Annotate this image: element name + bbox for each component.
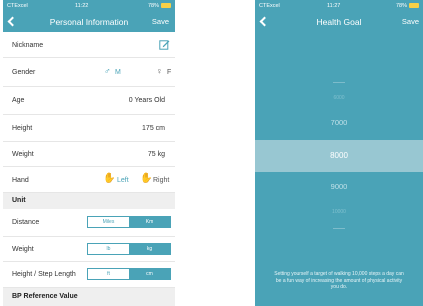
save-button[interactable]: Save [152,17,169,26]
status-time: 11:27 [327,3,341,9]
page-title: Health Goal [316,17,362,27]
female-icon[interactable]: ♀ [156,66,163,76]
goal-description: Setting yourself a target of walking 10,… [274,271,404,290]
age-label: Age [12,97,25,104]
distance-km-option[interactable]: Km [129,217,170,227]
height-row[interactable]: Height 175 cm [3,115,175,142]
gender-female-option[interactable]: F [167,69,171,76]
step-length-cm-option[interactable]: cm [129,269,170,279]
weight-unit-row: Weight lb kg [3,237,175,262]
weight-label: Weight [12,151,34,158]
picker-selected-value[interactable]: 8000 [255,151,423,160]
weight-lb-option[interactable]: lb [88,244,129,254]
distance-miles-option[interactable]: Miles [88,217,129,227]
gender-label: Gender [12,69,36,76]
hand-label: Hand [12,177,29,184]
weight-kg-option[interactable]: kg [129,244,170,254]
page-title: Personal Information [49,17,129,27]
edit-icon[interactable] [159,39,170,50]
battery-icon [161,3,171,8]
status-bar: CTExcel 11:27 78% [255,0,423,12]
picker-item[interactable]: 7000 [255,118,423,127]
hand-left-option[interactable]: Left [117,177,129,184]
picker-divider [333,228,345,229]
age-value: 0 Years Old [128,97,165,104]
personal-info-screen: CTExcel 11:22 78% Personal Information S… [3,0,175,306]
right-hand-icon[interactable]: ✋ [140,173,152,184]
picker-item[interactable]: 9000 [255,182,423,191]
save-button[interactable]: Save [402,17,419,26]
nickname-row[interactable]: Nickname [3,32,175,58]
age-row[interactable]: Age 0 Years Old [3,87,175,115]
left-hand-icon[interactable]: ✋ [103,173,115,184]
bp-section-header: BP Reference Value [3,288,175,306]
step-length-row: Height / Step Length ft cm [3,262,175,288]
distance-label: Distance [12,219,40,226]
step-length-label: Height / Step Length [12,271,76,278]
status-time: 11:22 [75,3,89,9]
height-label: Height [12,125,33,132]
nickname-label: Nickname [12,42,44,49]
step-length-unit-toggle: ft cm [87,268,171,280]
picker-item[interactable]: 6000 [255,95,423,101]
battery-icon [409,3,419,8]
hand-right-option[interactable]: Right [153,177,169,184]
picker-divider [333,82,345,83]
nav-bar: Health Goal Save [255,12,423,32]
unit-section-label: Unit [12,197,26,204]
weight-unit-label: Weight [12,246,34,253]
bp-section-label: BP Reference Value [12,293,78,300]
carrier-label: CTExcel [7,3,28,9]
status-bar: CTExcel 11:22 78% [3,0,175,12]
gender-row: Gender ♂ M ♀ F [3,58,175,87]
picker-item[interactable]: 10000 [255,209,423,215]
distance-unit-toggle: Miles Km [87,216,171,228]
weight-row[interactable]: Weight 75 kg [3,142,175,167]
weight-value: 75 kg [147,151,165,158]
height-value: 175 cm [142,125,165,132]
male-icon[interactable]: ♂ [104,66,111,76]
battery-percent: 78% [147,3,159,9]
unit-section-header: Unit [3,193,175,209]
nav-bar: Personal Information Save [3,12,175,32]
distance-row: Distance Miles Km [3,209,175,237]
health-goal-screen: CTExcel 11:27 78% Health Goal Save 6000 … [255,0,423,306]
hand-row: Hand ✋ Left ✋ Right [3,167,175,193]
carrier-label: CTExcel [259,3,280,9]
battery-percent: 78% [395,3,407,9]
gender-male-option[interactable]: M [115,69,121,76]
weight-unit-toggle: lb kg [87,243,171,255]
step-length-ft-option[interactable]: ft [88,269,129,279]
